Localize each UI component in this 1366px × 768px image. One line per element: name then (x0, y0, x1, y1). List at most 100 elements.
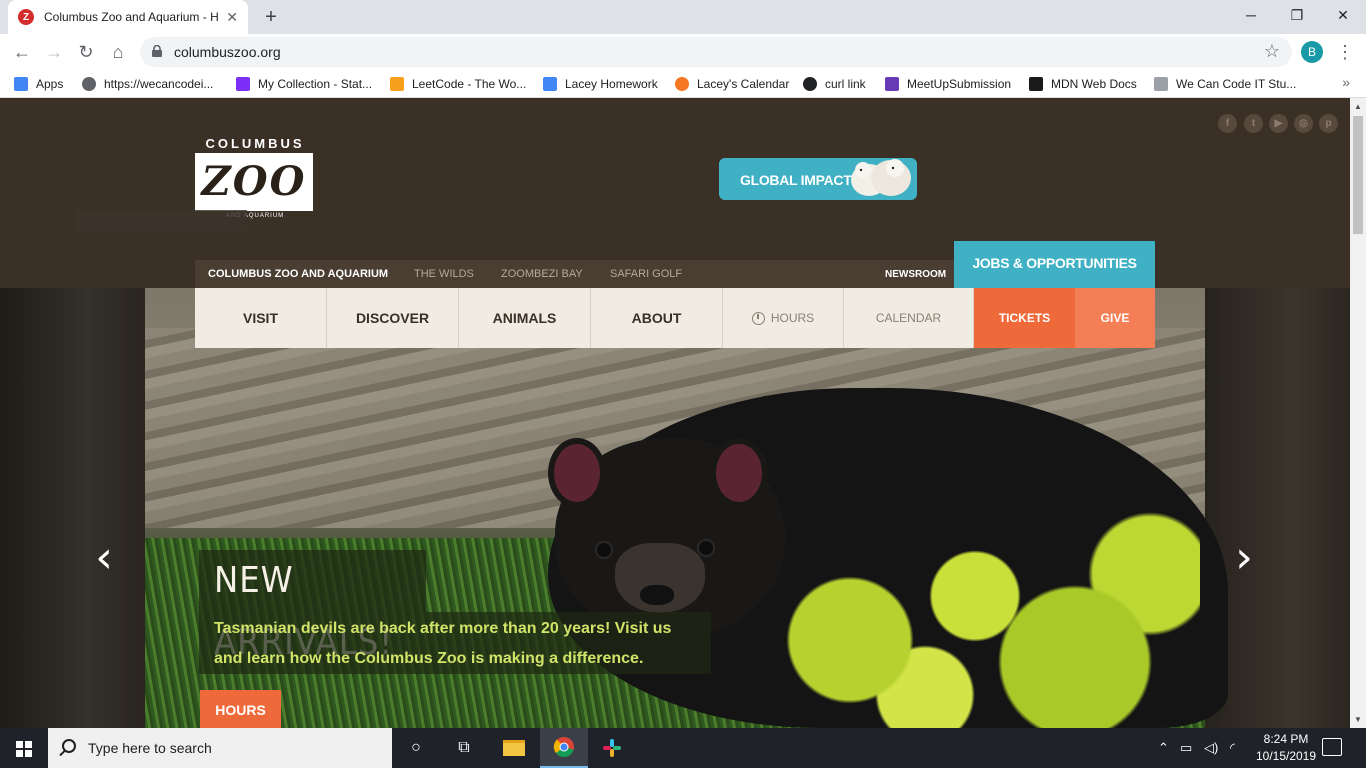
file-explorer-icon[interactable] (490, 728, 538, 768)
hero-blurb-line-2: and learn how the Columbus Zoo is making… (214, 650, 644, 667)
browser-tab[interactable]: Z Columbus Zoo and Aquarium - H ✕ (8, 0, 248, 34)
facebook-icon[interactable]: f (1218, 114, 1237, 133)
slack-icon[interactable] (588, 728, 636, 768)
start-button[interactable] (0, 728, 48, 768)
tab-title: Columbus Zoo and Aquarium - H (44, 10, 219, 24)
wifi-icon[interactable]: ◜ (1230, 740, 1235, 756)
bookmark-label: MeetUpSubmission (907, 77, 1012, 91)
nav-hours[interactable]: HOURS (723, 288, 844, 348)
nav-give[interactable]: GIVE (1075, 288, 1155, 348)
clock-icon (751, 311, 765, 325)
carousel-next-arrow-icon[interactable]: › (1224, 533, 1264, 583)
clock-date: 10/15/2019 (1255, 749, 1317, 763)
nav-calendar[interactable]: CALENDAR (844, 288, 974, 348)
bookmark-mdn[interactable]: MDN Web Docs (1029, 75, 1137, 93)
subnav-zoombezi-bay[interactable]: ZOOMBEZI BAY (501, 268, 583, 280)
taskbar-search-placeholder: Type here to search (88, 740, 212, 756)
battery-icon[interactable]: ▭ (1180, 740, 1192, 756)
taskbar-search[interactable]: Type here to search (48, 728, 392, 768)
browser-toolbar: ← → ↻ ⌂ columbuszoo.org ☆ (0, 34, 1366, 70)
cortana-icon[interactable]: ○ (392, 728, 440, 768)
pinterest-icon[interactable]: p (1319, 114, 1338, 133)
task-view-icon[interactable]: ⧉ (440, 728, 488, 768)
bookmark-label: Apps (36, 77, 64, 91)
devil-eye-left (597, 543, 611, 557)
global-impact-button[interactable]: GLOBAL IMPACT (719, 158, 917, 200)
profile-avatar[interactable]: B (1301, 41, 1323, 63)
hero-headline: NEW ARRIVALS! (199, 550, 426, 663)
chrome-taskbar-icon[interactable] (540, 728, 588, 768)
zoo-favicon-icon: Z (18, 9, 34, 25)
bookmark-meetup[interactable]: MeetUpSubmission (885, 75, 1011, 93)
instagram-icon[interactable]: ◎ (1294, 114, 1313, 133)
reload-icon[interactable]: ↻ (72, 38, 100, 66)
hero-blurb: Tasmanian devils are back after more tha… (199, 612, 711, 674)
page-scrollbar[interactable]: ▲ ▼ (1350, 98, 1366, 728)
bookmark-label: MDN Web Docs (1051, 77, 1137, 91)
new-tab-button[interactable]: + (258, 4, 284, 30)
twitter-icon[interactable]: t (1244, 114, 1263, 133)
subnav-safari-golf[interactable]: SAFARI GOLF (610, 268, 682, 280)
devil-ear-left (548, 438, 606, 508)
subnav-newsroom[interactable]: NEWSROOM (885, 269, 946, 280)
scroll-down-icon[interactable]: ▼ (1354, 715, 1362, 724)
bookmark-leetcode[interactable]: LeetCode - The Wo... (390, 75, 526, 93)
chrome-menu-icon[interactable]: ⋮ (1336, 40, 1354, 64)
global-impact-label: GLOBAL IMPACT (740, 172, 852, 188)
bookmark-star-icon[interactable]: ☆ (1264, 41, 1280, 62)
nav-tickets[interactable]: TICKETS (974, 288, 1075, 348)
bookmark-wecancode[interactable]: https://wecancodei... (82, 75, 213, 93)
windows-logo-icon (16, 741, 32, 757)
carousel-prev-arrow-icon[interactable]: ‹ (84, 533, 124, 583)
bookmark-curl-link[interactable]: curl link (803, 75, 866, 93)
doc-icon (543, 77, 557, 91)
bookmark-my-collection[interactable]: My Collection - Stat... (236, 75, 372, 93)
bookmark-label: https://wecancodei... (104, 77, 214, 91)
bookmark-label: curl link (825, 77, 866, 91)
close-window-button[interactable]: ✕ (1320, 0, 1366, 30)
webpage: COLUMBUS ZOO AND AQUARIUM GLOBAL IMPACT … (0, 98, 1350, 728)
restore-button[interactable]: ❐ (1274, 0, 1320, 30)
tray-overflow-icon[interactable]: ⌃ (1158, 740, 1169, 756)
home-icon[interactable]: ⌂ (104, 38, 132, 66)
windows-taskbar: Type here to search ○ ⧉ ⌃ ▭ ◁) ◜ 8:24 PM… (0, 728, 1366, 768)
youtube-icon[interactable]: ▶ (1269, 114, 1288, 133)
subnav-columbus-zoo[interactable]: COLUMBUS ZOO AND AQUARIUM (208, 268, 388, 280)
logo-top-text: COLUMBUS (205, 136, 305, 151)
minimize-button[interactable]: ─ (1228, 0, 1274, 30)
hero-blurb-line-1: Tasmanian devils are back after more tha… (214, 620, 672, 637)
browser-tab-bar: Z Columbus Zoo and Aquarium - H ✕ + ─ ❐ … (0, 0, 1366, 34)
nav-about[interactable]: ABOUT (591, 288, 723, 348)
bookmarks-overflow-icon[interactable]: » (1342, 74, 1350, 90)
property-subnav: COLUMBUS ZOO AND AQUARIUM THE WILDS ZOOM… (195, 260, 955, 288)
bookmark-lacey-homework[interactable]: Lacey Homework (543, 75, 658, 93)
tab-close-icon[interactable]: ✕ (226, 9, 238, 26)
logo-main-text: ZOO (195, 153, 313, 211)
hero-hours-button[interactable]: HOURS (200, 690, 281, 728)
bookmark-label: My Collection - Stat... (258, 77, 373, 91)
bookmark-lacey-calendar[interactable]: Lacey's Calendar (675, 75, 789, 93)
back-icon[interactable]: ← (8, 38, 36, 66)
columbus-zoo-logo[interactable]: COLUMBUS ZOO AND AQUARIUM (195, 136, 315, 219)
forward-icon[interactable]: → (40, 38, 68, 66)
system-clock[interactable]: 8:24 PM 10/15/2019 (1246, 731, 1326, 765)
scrollbar-thumb[interactable] (1353, 116, 1363, 234)
address-bar[interactable]: columbuszoo.org ☆ (140, 37, 1292, 67)
volume-icon[interactable]: ◁) (1204, 740, 1218, 756)
action-center-icon[interactable] (1322, 738, 1342, 756)
nav-visit[interactable]: VISIT (195, 288, 327, 348)
bookmark-apps[interactable]: Apps (14, 75, 63, 93)
bookmark-label: Lacey Homework (565, 77, 658, 91)
scroll-up-icon[interactable]: ▲ (1354, 102, 1362, 111)
globe-icon (82, 77, 96, 91)
nav-discover[interactable]: DISCOVER (327, 288, 459, 348)
subnav-the-wilds[interactable]: THE WILDS (414, 268, 474, 280)
search-icon (62, 739, 76, 753)
bookmarks-bar: Apps https://wecancodei... My Collection… (0, 70, 1366, 98)
nav-animals[interactable]: ANIMALS (459, 288, 591, 348)
header-decoration (75, 210, 247, 232)
form-icon (885, 77, 899, 91)
jobs-opportunities-button[interactable]: JOBS & OPPORTUNITIES (954, 241, 1155, 288)
bookmark-wcci[interactable]: We Can Code IT Stu... (1154, 75, 1296, 93)
devil-nose (640, 585, 674, 605)
